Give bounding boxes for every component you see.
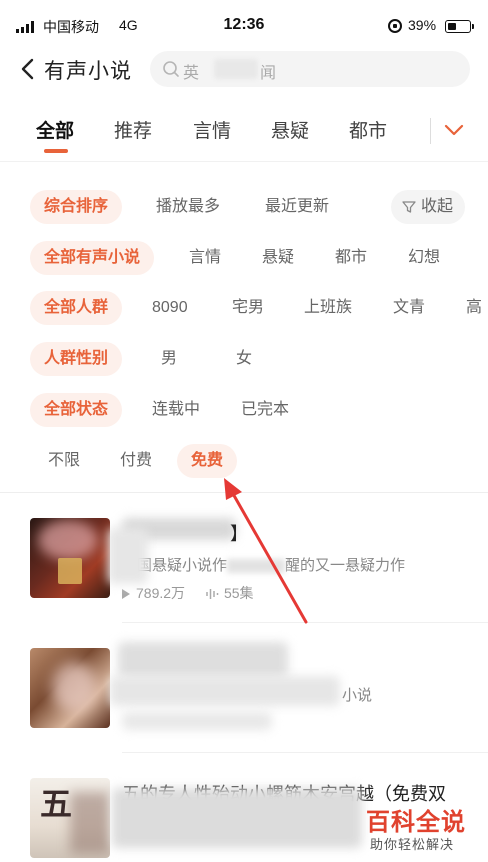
filter-sort-default[interactable]: 综合排序 — [30, 190, 123, 224]
page-title: 有声小说 — [44, 60, 132, 83]
redaction — [227, 559, 286, 574]
book-cover — [30, 648, 110, 728]
tab-urban[interactable]: 都市 — [349, 116, 387, 143]
book-cover — [30, 518, 110, 598]
filter-gender-male[interactable]: 男 — [147, 342, 191, 376]
tab-suspense[interactable]: 悬疑 — [271, 116, 309, 143]
list-item[interactable]: 小说 — [0, 642, 488, 768]
search-input[interactable]: 英 闻 — [150, 51, 470, 87]
category-tabs: 全部 推荐 言情 悬疑 都市 — [0, 110, 488, 162]
item-divider — [122, 752, 488, 753]
filter-row-price: 不限 付费 免费 — [0, 441, 488, 481]
filter-audience-more[interactable]: 高 — [452, 291, 488, 325]
filter-audience-office[interactable]: 上班族 — [290, 291, 366, 325]
tab-recommend[interactable]: 推荐 — [114, 116, 152, 143]
episode-count: 55集 — [223, 585, 254, 601]
cover-text: 五 — [40, 785, 73, 823]
redaction — [108, 528, 148, 584]
redaction — [112, 788, 362, 848]
play-count-icon — [122, 589, 130, 600]
battery-fill — [447, 22, 456, 30]
collapse-button[interactable]: 收起 — [391, 190, 465, 224]
search-placeholder-tail: 闻 — [260, 65, 277, 82]
watermark-title: 百科全说 — [366, 809, 466, 836]
battery-icon — [445, 20, 474, 33]
list-item[interactable]: 】 中国悬疑小说作 醒的又一悬疑力作 789.2万 55集 — [0, 518, 488, 638]
filter-sort-most-played[interactable]: 播放最多 — [142, 190, 234, 224]
filter-audience-otaku[interactable]: 宅男 — [218, 291, 278, 325]
filter-audience-8090[interactable]: 8090 — [138, 291, 202, 325]
watermark-logo: 百科全说 助你轻松解决 — [356, 800, 486, 860]
battery-percent: 39% — [408, 17, 437, 33]
filter-audience-all[interactable]: 全部人群 — [30, 291, 123, 325]
filter-genre-romance[interactable]: 言情 — [175, 241, 235, 275]
tabs-divider — [430, 118, 431, 144]
filter-price-free[interactable]: 免费 — [177, 444, 238, 478]
tab-all[interactable]: 全部 — [36, 116, 74, 143]
watermark-subtitle: 助你轻松解决 — [370, 837, 455, 852]
book-cover: 五 — [30, 778, 110, 858]
rotation-lock-icon — [388, 19, 402, 33]
filter-genre-suspense[interactable]: 悬疑 — [248, 241, 308, 275]
book-description-end: 醒的又一悬疑力作 — [285, 557, 406, 574]
redaction — [118, 642, 288, 678]
filter-status-complete[interactable]: 已完本 — [227, 393, 303, 427]
filter-gender-all[interactable]: 人群性别 — [30, 342, 123, 376]
redaction — [122, 712, 272, 730]
filter-audience-literary[interactable]: 文青 — [379, 291, 439, 325]
search-placeholder: 英 — [183, 65, 200, 82]
book-title: 】 — [230, 524, 248, 544]
status-bar: 中国移动 4G 12:36 39% — [0, 0, 488, 50]
search-icon — [163, 61, 179, 77]
filter-gender-female[interactable]: 女 — [222, 342, 266, 376]
filter-divider — [0, 492, 488, 493]
filter-price-paid[interactable]: 付费 — [106, 444, 166, 478]
filter-genre-all[interactable]: 全部有声小说 — [30, 241, 155, 275]
collapse-label: 收起 — [421, 198, 454, 215]
filter-status-all[interactable]: 全部状态 — [30, 393, 123, 427]
play-count: 789.2万 — [136, 585, 186, 601]
episodes-icon — [206, 589, 219, 600]
filter-row-status: 全部状态 连载中 已完本 — [0, 390, 488, 430]
redaction — [110, 676, 340, 706]
filter-row-genre: 全部有声小说 言情 悬疑 都市 幻想 — [0, 238, 488, 278]
header: 有声小说 英 闻 — [0, 50, 488, 90]
filter-row-audience: 全部人群 8090 宅男 上班族 文青 高 — [0, 288, 488, 328]
filter-status-ongoing[interactable]: 连载中 — [138, 393, 214, 427]
filter-sort-recent[interactable]: 最近更新 — [251, 190, 343, 224]
tab-romance[interactable]: 言情 — [193, 116, 231, 143]
filter-genre-urban[interactable]: 都市 — [321, 241, 381, 275]
filter-genre-fantasy[interactable]: 幻想 — [394, 241, 454, 275]
funnel-icon — [402, 201, 416, 213]
filter-row-sort: 综合排序 播放最多 最近更新 收起 — [0, 187, 488, 227]
book-description-end: 小说 — [342, 687, 373, 704]
book-description: 中国悬疑小说作 醒的又一悬疑力作 — [122, 554, 405, 575]
item-divider — [122, 622, 488, 623]
filter-row-gender: 人群性别 男 女 — [0, 339, 488, 379]
filter-price-any[interactable]: 不限 — [34, 444, 94, 478]
chevron-down-icon[interactable] — [443, 120, 465, 140]
book-meta: 789.2万 55集 — [122, 583, 254, 603]
search-redaction — [214, 59, 258, 79]
active-tab-indicator — [44, 149, 68, 153]
